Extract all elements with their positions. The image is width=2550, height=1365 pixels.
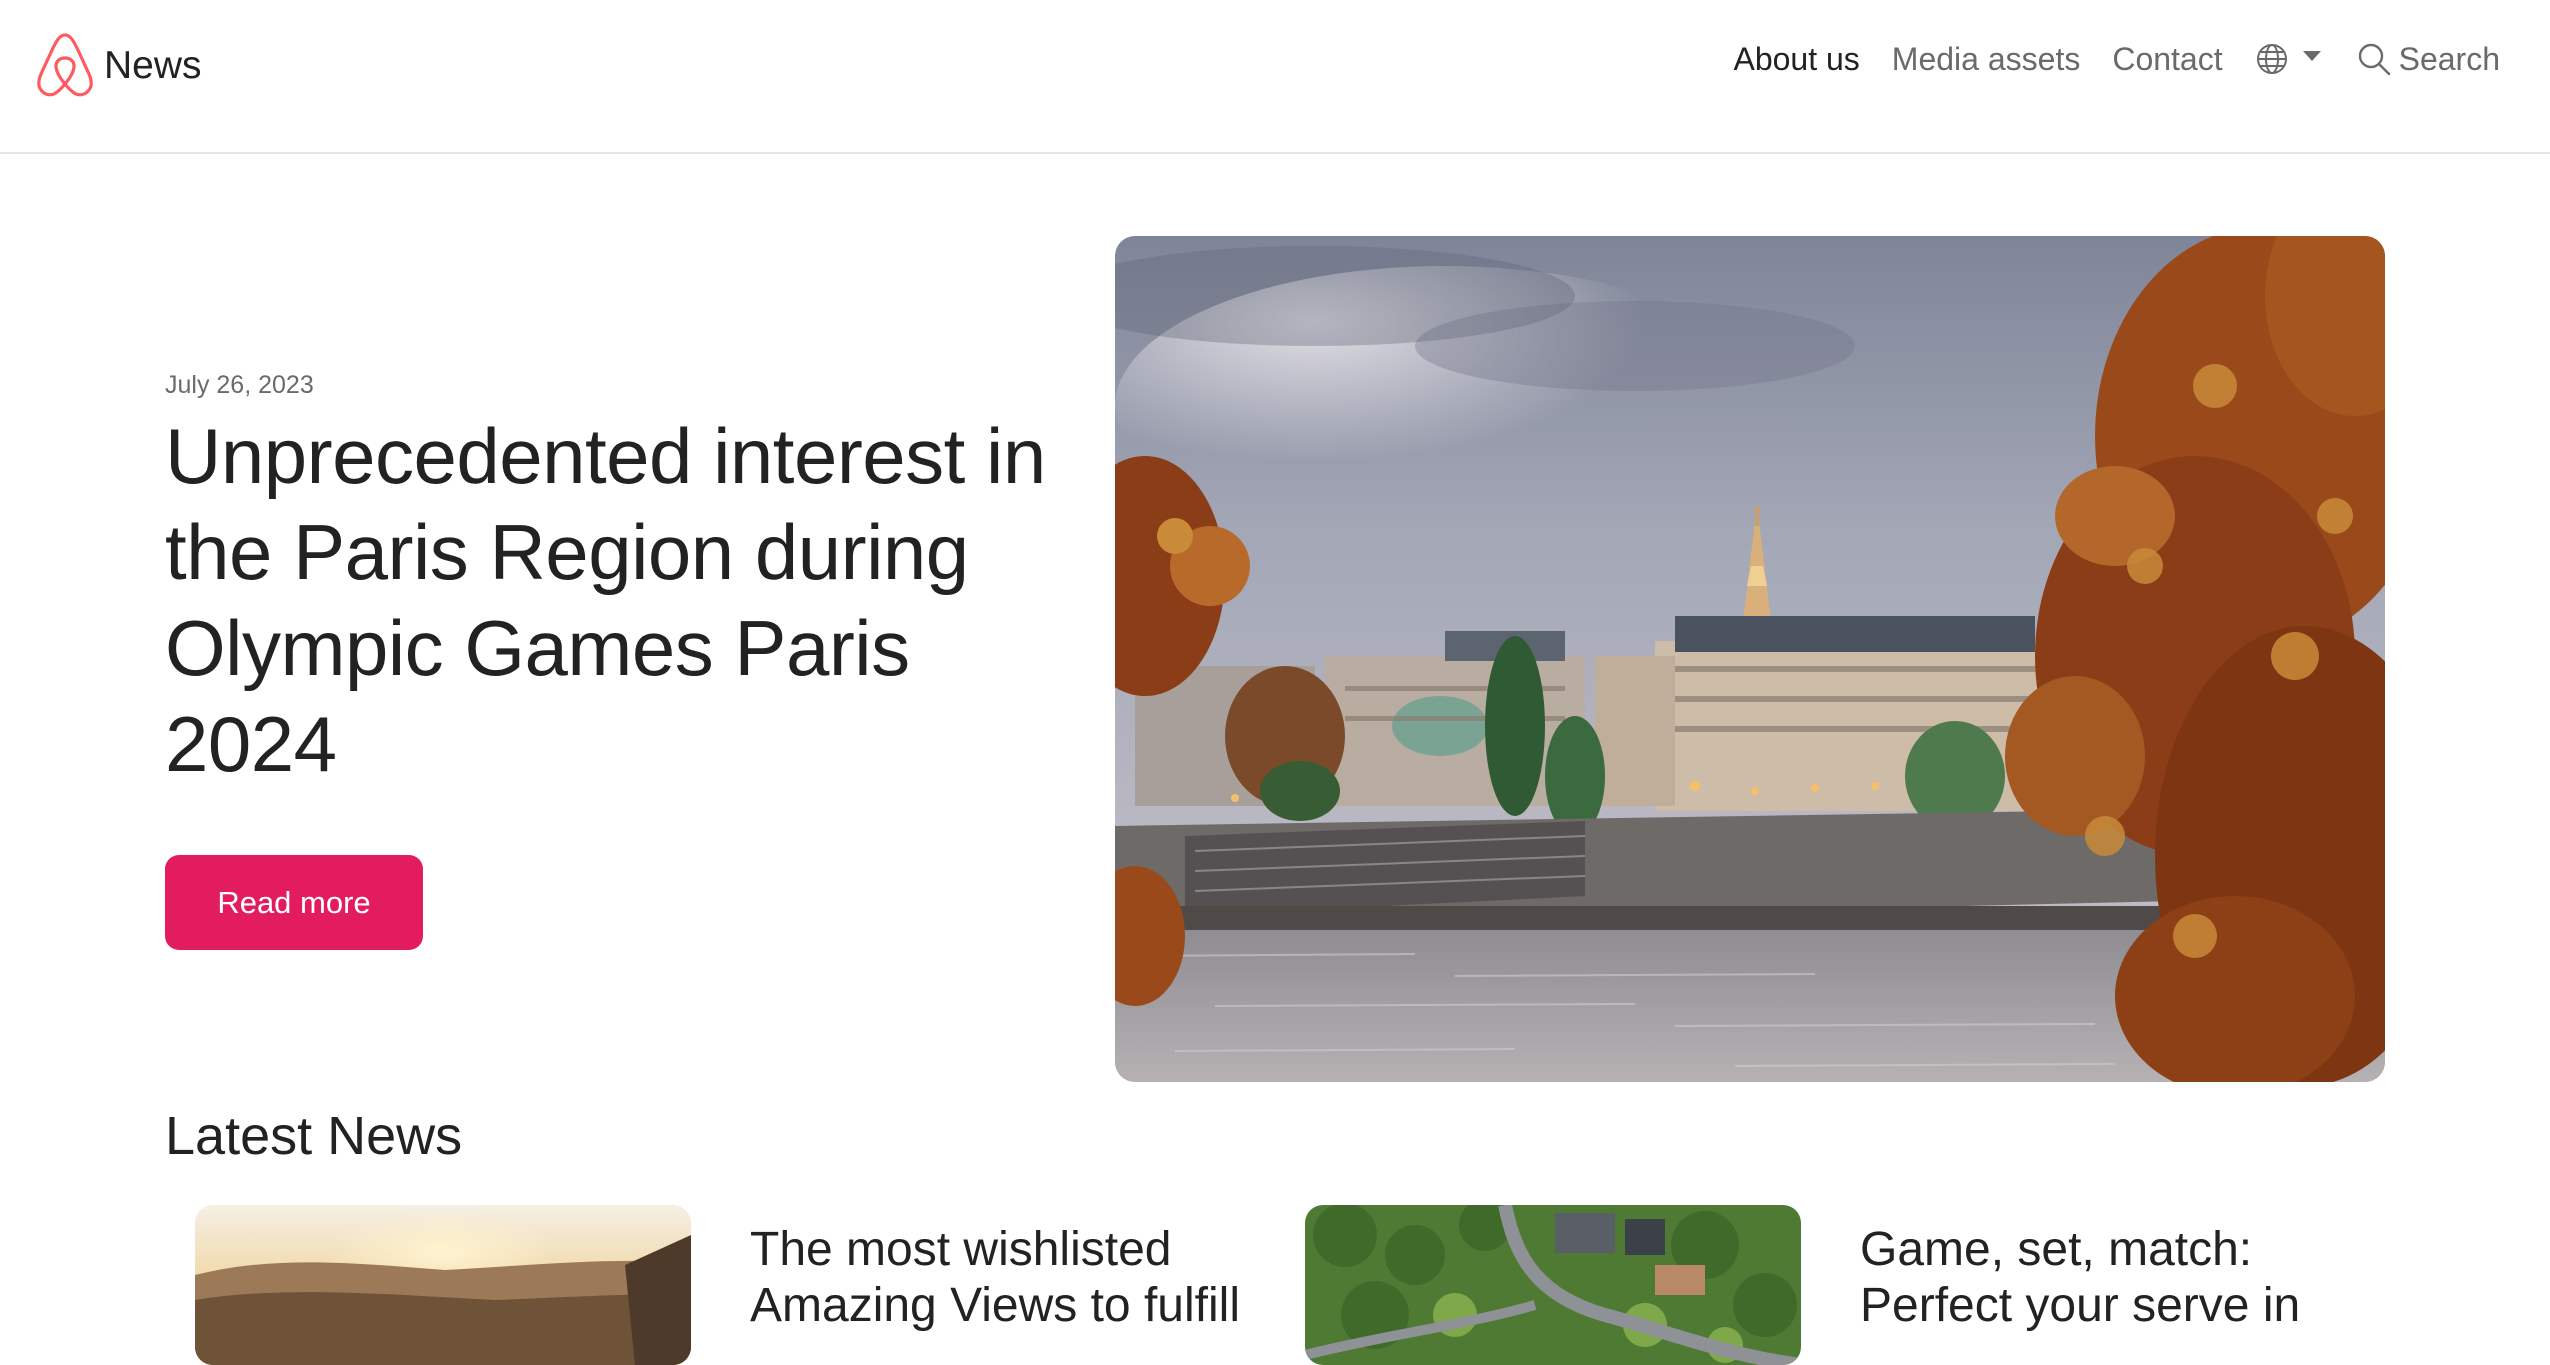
sunset-valley-photo (195, 1205, 691, 1365)
hero-title[interactable]: Unprecedented interest in the Paris Regi… (165, 408, 1085, 792)
nav-about-us[interactable]: About us (1733, 43, 1859, 75)
caret-down-icon (2302, 51, 2321, 61)
paris-seine-photo (1115, 236, 2385, 1082)
search-label: Search (2398, 41, 2500, 77)
search-icon (2358, 43, 2390, 76)
news-headline-2[interactable]: Game, set, match: Perfect your serve in (1860, 1222, 2380, 1334)
brand-name: News (104, 43, 202, 87)
airbnb-logo-icon (37, 33, 93, 97)
news-headline-1[interactable]: The most wishlisted Amazing Views to ful… (750, 1222, 1270, 1334)
news-thumbnail-2[interactable] (1305, 1205, 1801, 1365)
nav-media-assets[interactable]: Media assets (1892, 43, 2081, 75)
aerial-village-photo (1305, 1205, 1801, 1365)
globe-icon (2256, 44, 2287, 74)
read-more-button[interactable]: Read more (165, 855, 423, 950)
site-header: News About us Media assets Contact Searc… (0, 0, 2550, 154)
hero-image[interactable] (1115, 236, 2385, 1082)
hero-date: July 26, 2023 (165, 371, 314, 399)
language-dropdown[interactable] (2255, 42, 2321, 76)
brand-home-link[interactable]: News (36, 30, 202, 100)
news-thumbnail-1[interactable] (195, 1205, 691, 1365)
main-nav: About us Media assets Contact Search (1701, 30, 2500, 88)
latest-news-heading: Latest News (165, 1106, 463, 1166)
search-link[interactable]: Search (2357, 42, 2500, 76)
nav-contact[interactable]: Contact (2112, 43, 2222, 75)
